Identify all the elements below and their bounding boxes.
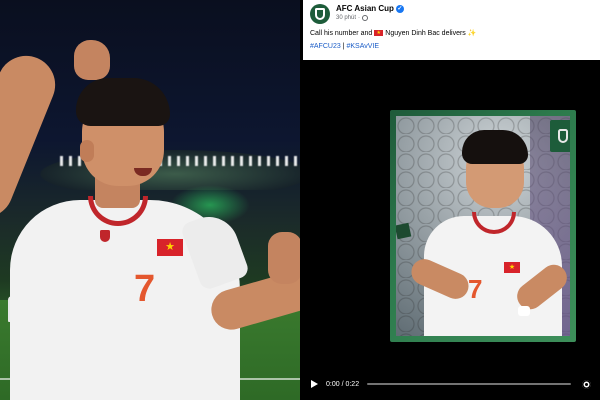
caption-text-start: Call his number and <box>310 29 373 37</box>
video-controls: 0:00 / 0:22 <box>303 368 600 400</box>
page-name[interactable]: AFC Asian Cup <box>336 4 394 13</box>
vietnam-flag-icon: ★ <box>157 239 183 256</box>
vietnam-flag-icon: ★ <box>504 262 520 273</box>
video-card-frame: ★ 7 <box>390 110 576 342</box>
hashtag-link[interactable]: #KSAvVIE <box>346 43 379 50</box>
vietnam-flag-icon: ★ <box>374 30 384 36</box>
sparkle-icon: ✨ <box>467 30 477 37</box>
video-player[interactable]: ★ 7 0:00 / 0:22 <box>303 60 600 400</box>
player-ear <box>80 140 94 162</box>
post-timestamp[interactable]: 30 phút <box>336 15 356 21</box>
raised-arm <box>0 47 64 227</box>
caption-text-end: Nguyen Dinh Bac delivers <box>385 29 466 37</box>
player-hair <box>76 78 170 126</box>
hashtag-separator: | <box>342 43 345 50</box>
page-name-link[interactable]: AFC Asian Cup ✓ <box>336 4 404 13</box>
post-meta: 30 phút · <box>336 15 369 21</box>
video-time: 0:00 / 0:22 <box>326 380 360 388</box>
kit-badge <box>100 230 110 242</box>
player-hair <box>462 130 528 164</box>
corner-logo <box>396 222 412 240</box>
play-icon[interactable] <box>311 380 318 388</box>
jersey-number: 7 <box>134 268 156 310</box>
jersey-number: 7 <box>468 274 483 304</box>
fist <box>74 40 110 80</box>
post-header: AFC Asian Cup ✓ 30 phút · Call his numbe… <box>303 0 600 60</box>
video-frame-image: ★ 7 <box>396 116 570 336</box>
post-caption: Call his number and ★ Nguyen Dinh Bac de… <box>310 29 477 38</box>
globe-icon <box>362 15 369 21</box>
hashtags: #AFCU23 | #KSAvVIE <box>310 43 379 50</box>
player-photo: ★ 7 <box>0 0 300 400</box>
facebook-post: AFC Asian Cup ✓ 30 phút · Call his numbe… <box>303 0 600 400</box>
progress-bar[interactable] <box>367 383 571 385</box>
hashtag-link[interactable]: #AFCU23 <box>310 43 341 50</box>
afc-cup-icon <box>550 120 570 152</box>
page-avatar[interactable] <box>310 4 330 24</box>
meta-separator: · <box>358 15 361 21</box>
gear-icon[interactable] <box>581 379 592 390</box>
hand <box>268 232 300 284</box>
verified-badge-icon: ✓ <box>395 4 404 13</box>
wristband <box>518 306 530 316</box>
